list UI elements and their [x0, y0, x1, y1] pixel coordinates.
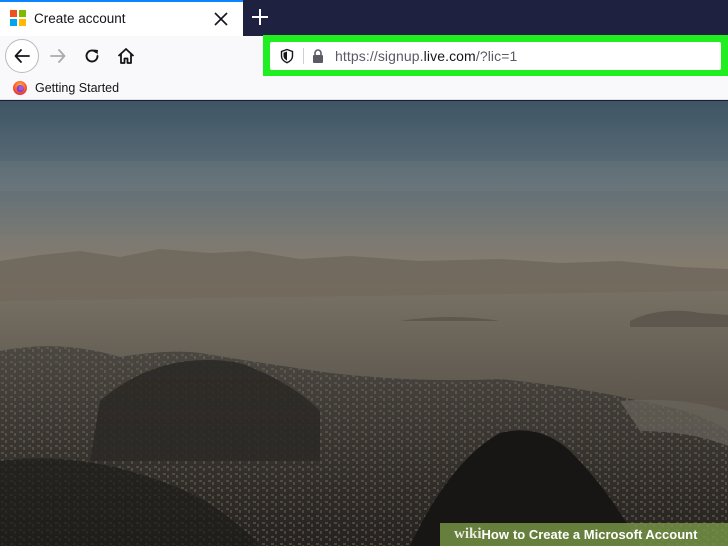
page-content-background: [0, 101, 728, 546]
city-landscape-image: [0, 101, 728, 546]
plus-icon[interactable]: [249, 5, 271, 29]
url-domain: live.com: [423, 48, 476, 64]
bookmark-label: Getting Started: [35, 81, 120, 95]
home-icon: [117, 48, 135, 64]
reload-button[interactable]: [76, 40, 108, 72]
tab-strip: Create account: [0, 0, 728, 36]
bookmark-getting-started[interactable]: Getting Started: [12, 79, 119, 97]
url-path: /?lic=1: [475, 48, 518, 64]
microsoft-logo-icon: [10, 10, 26, 26]
address-bar[interactable]: https://signup.live.com/?lic=1: [270, 42, 721, 70]
wikihow-logo: wiki: [454, 526, 482, 542]
arrow-right-icon: [50, 49, 66, 63]
watermark-caption: to Create a Microsoft Account: [512, 527, 698, 542]
close-icon[interactable]: [212, 10, 230, 28]
arrow-left-icon: [14, 49, 30, 63]
browser-window: Create account https://signup.live.com/?…: [0, 0, 728, 546]
wikihow-logo-how: How: [481, 527, 509, 542]
url-scheme: https://signup.: [335, 48, 424, 64]
lock-icon[interactable]: [311, 48, 325, 64]
bookmarks-toolbar: Getting Started: [0, 76, 728, 100]
urlbar-separator: [303, 48, 304, 64]
firefox-icon: [13, 81, 27, 95]
home-button[interactable]: [110, 40, 142, 72]
url-text[interactable]: https://signup.live.com/?lic=1: [335, 48, 517, 64]
back-button[interactable]: [5, 39, 39, 73]
wikihow-watermark: wiki How to Create a Microsoft Account: [440, 523, 728, 546]
forward-button[interactable]: [42, 40, 74, 72]
shield-icon[interactable]: [279, 48, 295, 64]
tab-create-account[interactable]: Create account: [0, 0, 243, 36]
tab-title: Create account: [34, 11, 126, 26]
reload-icon: [85, 49, 99, 63]
